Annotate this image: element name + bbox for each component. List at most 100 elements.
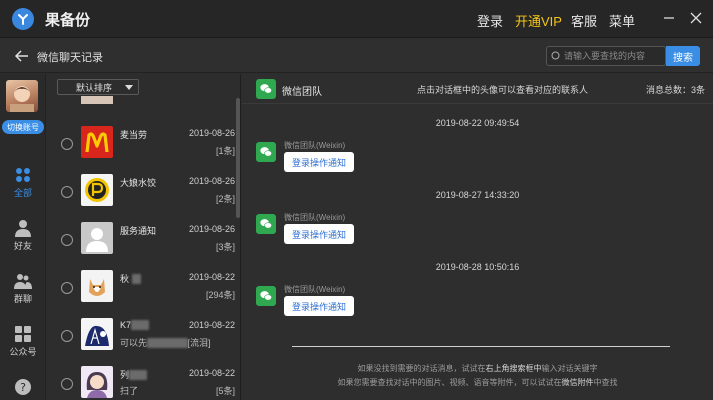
switch-account-button[interactable]: 切换账号 bbox=[2, 120, 44, 134]
wechat-avatar-icon[interactable] bbox=[256, 142, 276, 162]
search-button[interactable]: 搜索 bbox=[666, 46, 700, 66]
service-link[interactable]: 客服 bbox=[571, 11, 597, 30]
contact-name: 服务通知 bbox=[120, 226, 157, 236]
attachment-tip: 如果您需要查找对话中的图片、视频、语音等附件，可以试试在微信附件中查找 bbox=[337, 378, 618, 387]
list-item[interactable]: 大娘水饺 2019-08-26 [2条] bbox=[47, 170, 235, 218]
contact-date: 2019-08-26 bbox=[188, 176, 235, 186]
menu-link[interactable]: 菜单 bbox=[609, 11, 635, 30]
contact-date: 2019-08-26 bbox=[188, 128, 235, 138]
wechat-avatar-icon[interactable] bbox=[256, 286, 276, 306]
nav-friends[interactable]: 好友 bbox=[0, 217, 46, 257]
list-item[interactable]: 秋 xx 2019-08-22 [294条] bbox=[47, 266, 235, 314]
girl-avatar bbox=[81, 366, 113, 398]
dog-avatar bbox=[81, 270, 113, 302]
timestamp: 2019-08-28 10:50:16 bbox=[435, 262, 520, 272]
nav-official-accounts[interactable]: 公众号 bbox=[0, 323, 46, 363]
message-bubble[interactable]: 登录操作通知 bbox=[284, 152, 355, 172]
contact-name: K7xxxx bbox=[120, 320, 150, 330]
sender-name: 微信团队(Weixin) bbox=[284, 213, 346, 222]
contact-name: 列xxxx bbox=[120, 368, 148, 381]
illustration-avatar bbox=[81, 318, 113, 350]
select-radio[interactable] bbox=[61, 330, 73, 342]
dumpling-avatar bbox=[81, 174, 113, 206]
wechat-avatar-icon[interactable] bbox=[256, 214, 276, 234]
message: 微信团队(Weixin) 登录操作通知 bbox=[256, 141, 456, 182]
back-arrow-icon[interactable] bbox=[14, 48, 30, 64]
person-icon bbox=[15, 220, 31, 237]
list-item[interactable]: 麦当劳 2019-08-26 [1条] bbox=[47, 122, 235, 170]
message-count: [2条] bbox=[215, 194, 235, 204]
timestamp: 2019-08-22 09:49:54 bbox=[435, 118, 520, 128]
page-title: 微信聊天记录 bbox=[37, 52, 103, 64]
caret-down-icon bbox=[125, 85, 133, 90]
app-window: 果备份 登录 开通VIP 客服 菜单 微信聊天记录 搜索 切换账号 全部 好友 bbox=[0, 0, 713, 400]
list-item[interactable]: 列xxxx 2019-08-22 扫了 [5条] bbox=[47, 362, 235, 400]
message-bubble[interactable]: 登录操作通知 bbox=[284, 224, 355, 244]
contact-date: 2019-08-26 bbox=[188, 224, 235, 234]
help-icon: ? bbox=[15, 379, 31, 395]
divider bbox=[292, 346, 670, 347]
nav-groups-label: 群聊 bbox=[13, 294, 32, 304]
nav-groups[interactable]: 群聊 bbox=[0, 270, 46, 310]
message-count: [1条] bbox=[215, 146, 235, 156]
sender-name: 微信团队(Weixin) bbox=[284, 285, 346, 294]
app-logo-icon bbox=[12, 8, 34, 30]
default-avatar-icon bbox=[81, 222, 113, 254]
nav-friends-label: 好友 bbox=[13, 241, 32, 251]
contact-date: 2019-08-22 bbox=[188, 272, 235, 282]
list-item[interactable]: K7xxxx 2019-08-22 可以先xxxxxxxxx[流泪] bbox=[47, 314, 235, 362]
contact-name: 大娘水饺 bbox=[120, 178, 157, 188]
sender-name: 微信团队(Weixin) bbox=[284, 141, 346, 150]
message-count: [294条] bbox=[205, 290, 235, 300]
list-item[interactable]: 服务通知 2019-08-26 [3条] bbox=[47, 218, 235, 266]
svg-text:?: ? bbox=[20, 381, 26, 394]
chat-header: 微信团队 点击对话框中的头像可以查看对应的联系人 消息总数：3条 bbox=[242, 74, 713, 104]
timestamp: 2019-08-27 14:33:20 bbox=[435, 190, 520, 200]
minimize-icon[interactable] bbox=[661, 10, 677, 26]
select-radio[interactable] bbox=[61, 282, 73, 294]
contact-name: 秋 xx bbox=[120, 272, 141, 285]
last-message: 可以先xxxxxxxxx[流泪] bbox=[120, 338, 211, 348]
chat-panel: 微信团队 点击对话框中的头像可以查看对应的联系人 消息总数：3条 2019-08… bbox=[242, 74, 713, 400]
grid-icon bbox=[16, 168, 30, 182]
nav-official-label: 公众号 bbox=[9, 347, 37, 357]
mcdonalds-avatar bbox=[81, 126, 113, 158]
contact-date: 2019-08-22 bbox=[188, 320, 235, 330]
message: 微信团队(Weixin) 登录操作通知 bbox=[256, 213, 456, 254]
nav-all-label: 全部 bbox=[13, 188, 32, 198]
select-radio[interactable] bbox=[61, 378, 73, 390]
vip-link[interactable]: 开通VIP bbox=[515, 11, 562, 30]
user-avatar[interactable] bbox=[6, 80, 38, 112]
search-box bbox=[546, 46, 666, 66]
wechat-icon bbox=[256, 79, 276, 99]
contact-date: 2019-08-22 bbox=[188, 368, 235, 378]
partial-avatar bbox=[81, 96, 113, 104]
message-count: [3条] bbox=[215, 242, 235, 252]
select-radio[interactable] bbox=[61, 138, 73, 150]
left-nav: 切换账号 全部 好友 群聊 公众号 ? bbox=[0, 74, 46, 400]
message: 微信团队(Weixin) 登录操作通知 bbox=[256, 285, 456, 326]
nav-all[interactable]: 全部 bbox=[0, 164, 46, 204]
message-bubble[interactable]: 登录操作通知 bbox=[284, 296, 355, 316]
chat-title: 微信团队 bbox=[282, 87, 322, 98]
contact-name: 麦当劳 bbox=[120, 130, 148, 140]
search-tip: 如果没找到需要的对话消息，试试在右上角搜索框中输入对话关键字 bbox=[357, 364, 598, 373]
last-message: 扫了 bbox=[120, 386, 139, 396]
sort-dropdown[interactable]: 默认排序 bbox=[57, 79, 139, 95]
nav-more[interactable]: ? bbox=[0, 376, 46, 400]
conversation-list: 默认排序 麦当劳 2019-08-26 [1条] 大娘水饺 2019-08-26… bbox=[47, 74, 241, 400]
search-input[interactable] bbox=[564, 51, 664, 61]
apps-icon bbox=[15, 326, 31, 342]
list-scrollbar[interactable] bbox=[236, 98, 240, 218]
sort-label: 默认排序 bbox=[76, 82, 113, 93]
app-title: 果备份 bbox=[45, 12, 91, 29]
close-icon[interactable] bbox=[688, 10, 704, 26]
title-bar: 果备份 登录 开通VIP 客服 菜单 bbox=[0, 0, 713, 38]
login-link[interactable]: 登录 bbox=[477, 11, 503, 30]
sub-header: 微信聊天记录 搜索 bbox=[0, 39, 713, 73]
chat-hint: 点击对话框中的头像可以查看对应的联系人 bbox=[417, 85, 589, 95]
search-icon bbox=[551, 51, 560, 60]
select-radio[interactable] bbox=[61, 234, 73, 246]
message-count: [5条] bbox=[215, 386, 235, 396]
select-radio[interactable] bbox=[61, 186, 73, 198]
